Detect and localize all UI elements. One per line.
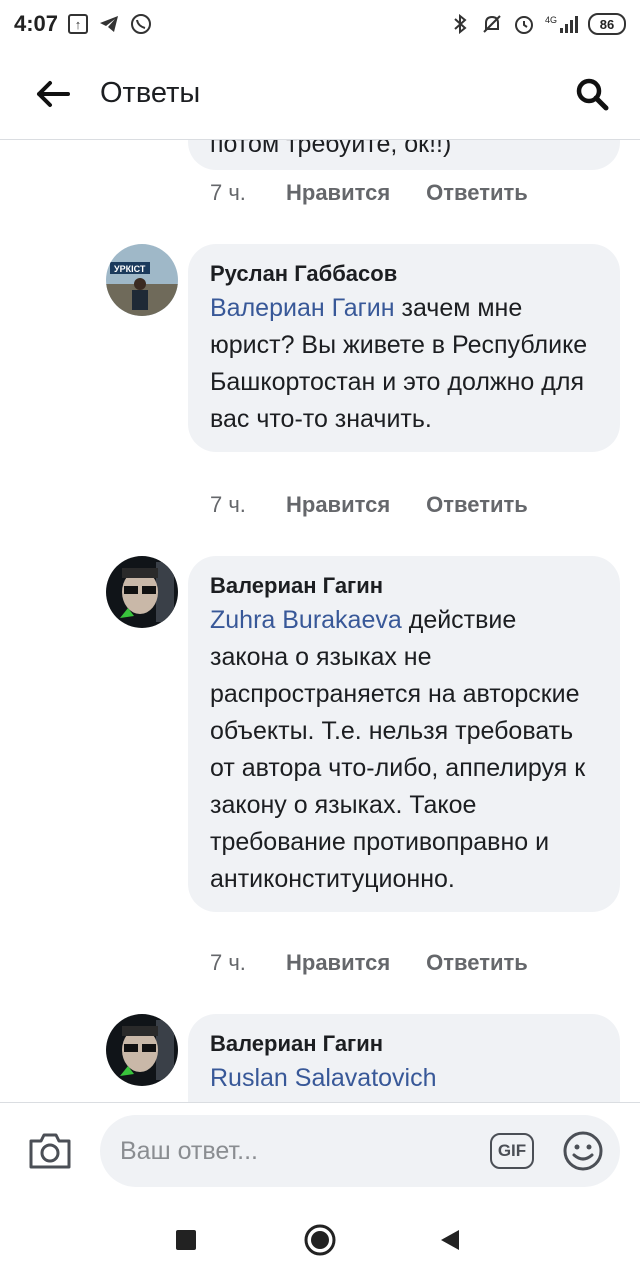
- recents-button[interactable]: [166, 1220, 206, 1260]
- comment-author[interactable]: Валериан Гагин: [210, 1028, 598, 1060]
- comment-text: Zuhra Burakaeva действие закона о языках…: [210, 602, 598, 898]
- comment-bubble: Руслан Габбасов Валериан Гагин зачем мне…: [188, 244, 620, 452]
- avatar[interactable]: [106, 556, 178, 628]
- battery-icon: 86: [588, 13, 626, 35]
- signal-icon: 4G: [545, 15, 578, 33]
- gif-label: GIF: [497, 1141, 527, 1160]
- reply-button[interactable]: Ответить: [426, 950, 528, 976]
- comment-time: 7 ч.: [210, 180, 246, 205]
- comment-bubble: Валериан Гагин Ruslan Salavatovich: [188, 1014, 620, 1102]
- comment-time: 7 ч.: [210, 492, 246, 517]
- comment-text: потом требуйте, ок!!): [210, 140, 452, 158]
- search-icon: [576, 78, 609, 110]
- like-button[interactable]: Нравится: [286, 492, 390, 518]
- smiley-icon: [563, 1131, 603, 1171]
- home-button[interactable]: [300, 1220, 340, 1260]
- circle-icon: [304, 1224, 336, 1256]
- avatar[interactable]: [106, 1014, 178, 1086]
- comment-text: Валериан Гагин зачем мне юрист? Вы живет…: [210, 290, 598, 438]
- replies-feed[interactable]: потом требуйте, ок!!) 7 ч. Нравится Отве…: [0, 140, 640, 1102]
- page-title: Ответы: [100, 77, 201, 109]
- comment-author[interactable]: Руслан Габбасов: [210, 258, 598, 290]
- comment-text: Ruslan Salavatovich: [210, 1060, 598, 1097]
- battery-level: 86: [599, 16, 615, 32]
- comment-actions: 7 ч. Нравится Ответить: [210, 492, 528, 518]
- back-nav-button[interactable]: [430, 1220, 470, 1260]
- alarm-icon: [513, 13, 535, 35]
- comment-body: действие закона о языках не распространя…: [210, 606, 586, 893]
- back-button[interactable]: [18, 64, 88, 124]
- reply-input[interactable]: [100, 1115, 620, 1187]
- mention-link[interactable]: Валериан Гагин: [210, 294, 395, 322]
- whatsapp-icon: [130, 13, 152, 35]
- comment-actions: 7 ч. Нравится Ответить: [210, 950, 528, 976]
- emoji-button[interactable]: [562, 1130, 604, 1172]
- reply-button[interactable]: Ответить: [426, 492, 528, 518]
- comment-time: 7 ч.: [210, 950, 246, 975]
- upload-box-icon: ↑: [68, 14, 89, 34]
- arrow-left-icon: [37, 80, 70, 107]
- status-bar: 4:07 ↑ 4G 86: [0, 0, 640, 48]
- mute-bell-icon: [481, 13, 503, 35]
- gif-button[interactable]: GIF: [490, 1133, 534, 1169]
- reply-button[interactable]: Ответить: [426, 180, 528, 206]
- bluetooth-icon: [449, 13, 471, 35]
- mention-link[interactable]: Ruslan Salavatovich: [210, 1064, 437, 1092]
- camera-button[interactable]: [22, 1126, 78, 1176]
- reply-composer: GIF: [0, 1102, 640, 1198]
- network-type: 4G: [544, 15, 557, 25]
- camera-icon: [29, 1133, 71, 1168]
- status-time: 4:07: [14, 11, 59, 36]
- triangle-back-icon: [441, 1230, 459, 1250]
- app-header: Ответы: [0, 48, 640, 140]
- comment-actions: 7 ч. Нравится Ответить: [210, 180, 528, 206]
- search-button[interactable]: [562, 64, 622, 124]
- like-button[interactable]: Нравится: [286, 180, 390, 206]
- comment-bubble: потом требуйте, ок!!): [188, 140, 620, 170]
- telegram-icon: [98, 13, 120, 35]
- svg-text:УРКІСТ: УРКІСТ: [114, 264, 146, 274]
- comment-bubble: Валериан Гагин Zuhra Burakaeva действие …: [188, 556, 620, 912]
- comment-author[interactable]: Валериан Гагин: [210, 570, 598, 602]
- square-icon: [176, 1230, 196, 1250]
- mention-link[interactable]: Zuhra Burakaeva: [210, 606, 402, 634]
- like-button[interactable]: Нравится: [286, 950, 390, 976]
- system-nav-bar: [0, 1198, 640, 1280]
- avatar[interactable]: УРКІСТ: [106, 244, 178, 316]
